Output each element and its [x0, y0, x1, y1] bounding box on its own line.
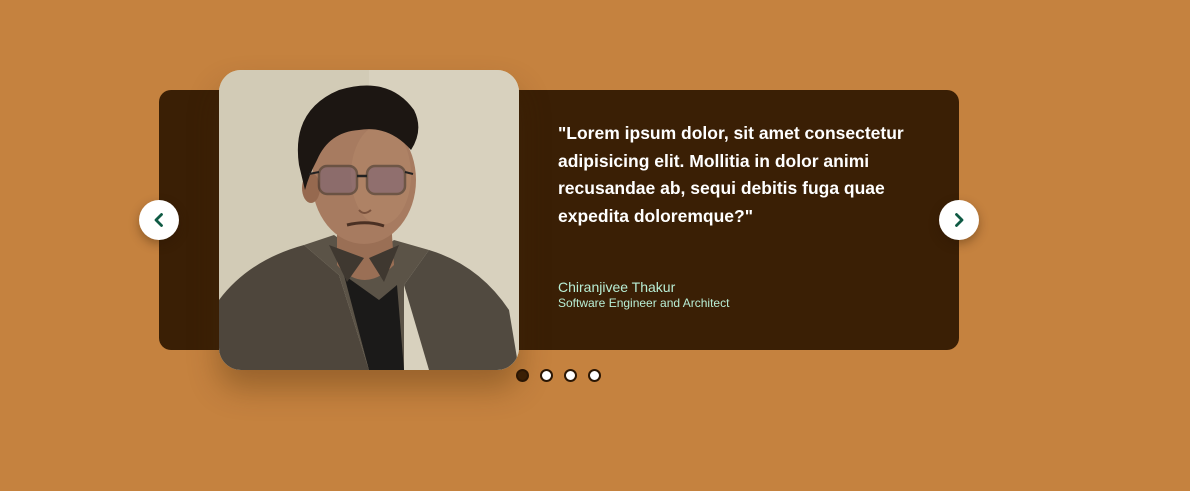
testimonial-quote: "Lorem ipsum dolor, sit amet consectetur… — [558, 123, 904, 226]
pagination-dot[interactable] — [516, 369, 529, 382]
previous-button[interactable] — [139, 200, 179, 240]
author-name: Chiranjivee Thakur — [558, 279, 676, 295]
pagination-dot[interactable] — [564, 369, 577, 382]
pagination-dot[interactable] — [540, 369, 553, 382]
pagination-dot[interactable] — [588, 369, 601, 382]
chevron-right-icon — [953, 213, 965, 227]
chevron-left-icon — [153, 213, 165, 227]
author-role: Software Engineer and Architect — [558, 296, 730, 310]
next-button[interactable] — [939, 200, 979, 240]
pagination-dots — [516, 369, 601, 382]
author-photo — [219, 70, 519, 370]
